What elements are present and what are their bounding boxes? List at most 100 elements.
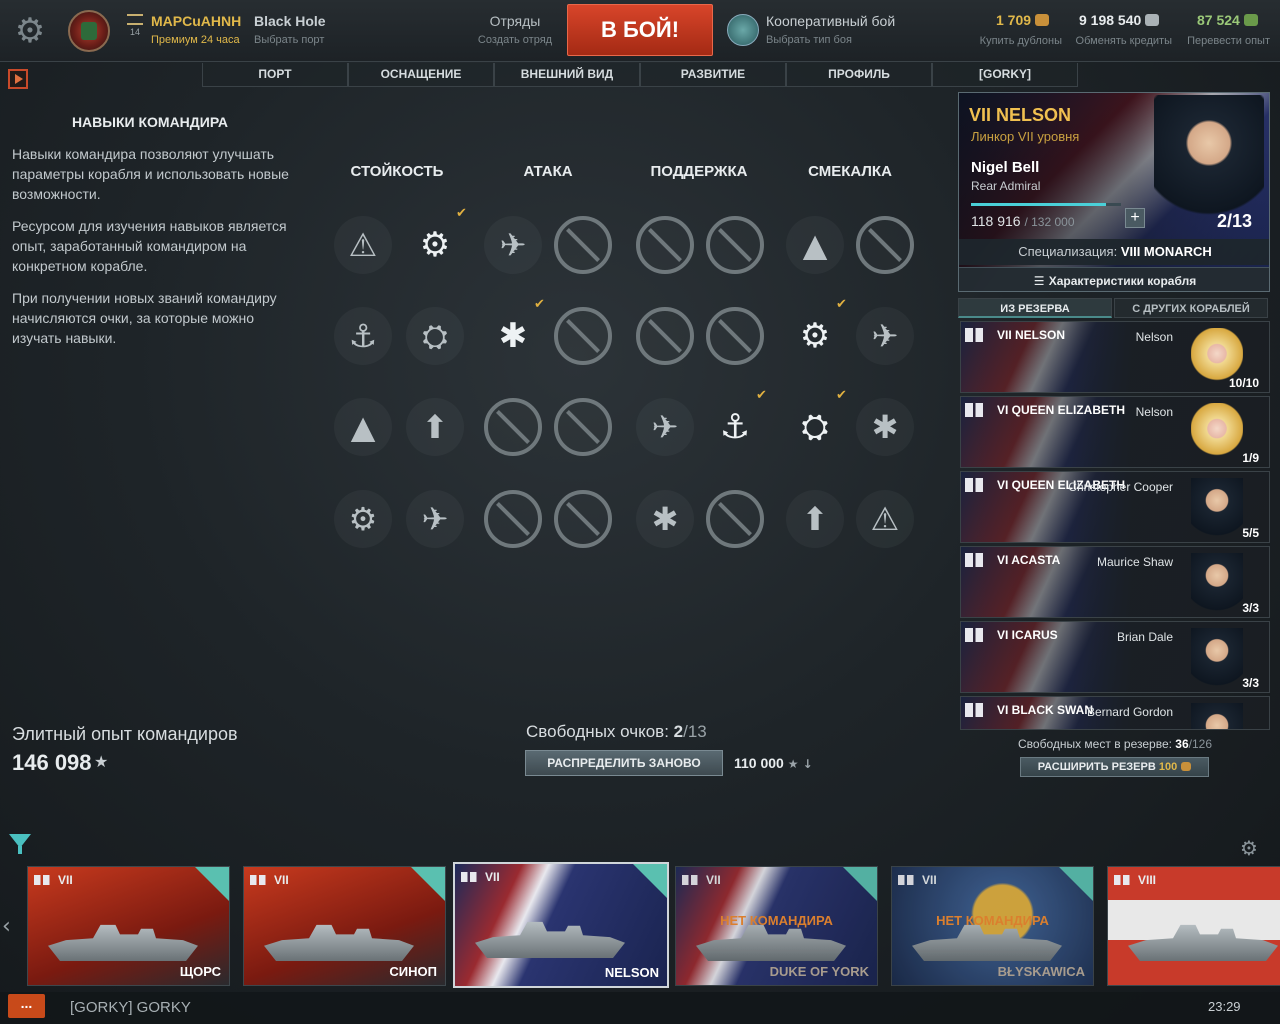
port-name[interactable]: Black Hole <box>254 13 326 29</box>
carousel-ship-card[interactable]: VII NELSON <box>453 862 669 988</box>
skill-icon[interactable]: ✈ <box>856 307 914 365</box>
skill-locked-icon[interactable] <box>706 216 764 274</box>
filter-icon[interactable] <box>9 834 31 854</box>
doubloon-icon <box>1035 14 1050 26</box>
skill-locked-icon[interactable] <box>706 490 764 548</box>
tab-port[interactable]: ПОРТ <box>202 63 348 87</box>
carousel-ship-card[interactable]: VII СИНОП <box>243 866 446 986</box>
skill-locked-icon[interactable] <box>706 307 764 365</box>
commander-xp-current: 118 916 <box>971 213 1021 229</box>
add-xp-button[interactable]: + <box>1125 208 1145 228</box>
skill-icon[interactable]: ✱ <box>856 398 914 456</box>
status-corner-icon <box>633 864 667 898</box>
skill-icon[interactable]: ⚙ <box>334 490 392 548</box>
skill-icon[interactable]: ⛭ <box>406 307 464 365</box>
tab-from-reserve[interactable]: ИЗ РЕЗЕРВА <box>958 298 1112 318</box>
ship-subtitle: Линкор VII уровня <box>971 129 1080 144</box>
tab-from-other-ships[interactable]: С ДРУГИХ КОРАБЛЕЙ <box>1114 298 1268 318</box>
ship-characteristics-button[interactable]: ☰ Характеристики корабля <box>959 267 1269 291</box>
reserve-commander-card[interactable]: VI QUEEN ELIZABETH Nelson 1/9 <box>960 396 1270 468</box>
skill-icon[interactable]: ⚙ <box>406 216 464 274</box>
credits-value: 9 198 540 <box>1079 12 1142 28</box>
carousel-ship-card[interactable]: VII ЩОРС <box>27 866 230 986</box>
free-xp-balance[interactable]: 87 524 <box>1197 12 1258 28</box>
skill-icon[interactable]: ✱ <box>636 490 694 548</box>
premium-status: Премиум 24 часа <box>151 34 240 46</box>
carousel-ship-card[interactable]: VII BŁYSKAWICA НЕТ КОМАНДИРА <box>891 866 1094 986</box>
carousel-settings-icon[interactable]: ⚙ <box>1240 836 1258 860</box>
reserve-commander-card[interactable]: VII NELSON Nelson 10/10 <box>960 321 1270 393</box>
top-bar: ⚙ 14 MAPCuAHNH Премиум 24 часа Black Hol… <box>0 0 1280 62</box>
coop-mode-icon[interactable] <box>727 14 759 46</box>
skill-icon[interactable]: ⛭ <box>786 398 844 456</box>
carousel-ship-card[interactable]: VII DUKE OF YORK НЕТ КОМАНДИРА <box>675 866 878 986</box>
skill-icon[interactable]: ▲ <box>334 398 392 456</box>
chat-button[interactable]: ... <box>8 994 45 1018</box>
commander-points: 2/13 <box>1217 211 1253 231</box>
skill-icon[interactable]: ⚓ <box>334 307 392 365</box>
ship-class-icon <box>34 875 56 885</box>
skill-icon[interactable]: ⚠ <box>334 216 392 274</box>
expand-reserve-button[interactable]: РАСШИРИТЬ РЕЗЕРВ 100 <box>1020 757 1209 777</box>
carousel-ship-card[interactable]: VIII <box>1107 866 1280 986</box>
ship-image <box>48 924 198 961</box>
skill-icon[interactable]: ⬆ <box>786 490 844 548</box>
port-select-link[interactable]: Выбрать порт <box>254 34 324 46</box>
skill-icon[interactable]: ✱ <box>484 307 542 365</box>
credits-balance[interactable]: 9 198 540 <box>1079 12 1160 28</box>
create-squad-link[interactable]: Создать отряд <box>470 34 560 46</box>
tab-clan[interactable]: [GORKY] <box>932 63 1078 87</box>
elite-xp-icon: ★ ↓ <box>787 757 813 771</box>
tab-appearance[interactable]: ВНЕШНИЙ ВИД <box>494 63 640 87</box>
skill-locked-icon[interactable] <box>484 398 542 456</box>
ship-image <box>1128 924 1278 961</box>
player-name[interactable]: MAPCuAHNH <box>151 13 241 29</box>
ship-tier: VII <box>485 870 500 884</box>
skill-icon[interactable]: ⚠ <box>856 490 914 548</box>
doubloons-balance[interactable]: 1 709 <box>996 12 1050 28</box>
skill-locked-icon[interactable] <box>856 216 914 274</box>
tab-profile[interactable]: ПРОФИЛЬ <box>786 63 932 87</box>
skill-icon[interactable]: ▲ <box>786 216 844 274</box>
convert-xp-link[interactable]: Перевести опыт <box>1176 35 1270 47</box>
reserve-commander-card[interactable]: VI ACASTA Maurice Shaw 3/3 <box>960 546 1270 618</box>
battle-button[interactable]: В БОЙ! <box>567 4 713 56</box>
ship-class-icon <box>898 875 920 885</box>
reserve-commander-card[interactable]: VI BLACK SWAN Bernard Gordon <box>960 696 1270 730</box>
skill-icon[interactable]: ✈ <box>484 216 542 274</box>
skill-locked-icon[interactable] <box>554 490 612 548</box>
skill-locked-icon[interactable] <box>636 307 694 365</box>
commander-name[interactable]: Nigel Bell <box>971 159 1039 176</box>
skill-icon[interactable]: ✈ <box>636 398 694 456</box>
skill-icon[interactable]: ⚓ <box>706 398 764 456</box>
skill-locked-icon[interactable] <box>636 216 694 274</box>
settings-gear-icon[interactable]: ⚙ <box>10 14 50 48</box>
skill-locked-icon[interactable] <box>554 216 612 274</box>
squad-button[interactable]: Отряды <box>478 13 552 29</box>
clan-emblem[interactable] <box>68 10 110 52</box>
skill-locked-icon[interactable] <box>554 398 612 456</box>
ensign-icon <box>965 328 991 342</box>
skill-locked-icon[interactable] <box>484 490 542 548</box>
skill-icon[interactable]: ⚙ <box>786 307 844 365</box>
redistribute-button[interactable]: РАСПРЕДЕЛИТЬ ЗАНОВО <box>525 750 723 776</box>
reserve-commander-points: 3/3 <box>1242 676 1259 690</box>
skill-icon[interactable]: ⬆ <box>406 398 464 456</box>
tab-development[interactable]: РАЗВИТИЕ <box>640 63 786 87</box>
skill-icon[interactable]: ✈ <box>406 490 464 548</box>
buy-doubloons-link[interactable]: Купить дублоны <box>962 35 1062 47</box>
reserve-commander-card[interactable]: VI QUEEN ELIZABETH Christopher Cooper 5/5 <box>960 471 1270 543</box>
clan-chat-channel[interactable]: [GORKY] GORKY <box>70 999 191 1016</box>
battle-mode-select[interactable]: Выбрать тип боя <box>766 34 852 46</box>
exchange-credits-link[interactable]: Обменять кредиты <box>1068 35 1172 47</box>
category-versatility: СМЕКАЛКА <box>808 163 892 180</box>
battle-mode[interactable]: Кооперативный бой <box>766 13 895 29</box>
redistribute-cost: 110 000 ★ ↓ <box>734 755 813 771</box>
reserve-commander-card[interactable]: VI ICARUS Brian Dale 3/3 <box>960 621 1270 693</box>
tab-equipment[interactable]: ОСНАЩЕНИЕ <box>348 63 494 87</box>
skill-locked-icon[interactable] <box>554 307 612 365</box>
carousel-left-arrow-icon[interactable]: ‹ <box>2 914 11 939</box>
skill-learned-check-icon: ✔ <box>836 388 847 403</box>
commander-portrait <box>1191 478 1243 542</box>
video-play-icon[interactable] <box>8 69 28 89</box>
